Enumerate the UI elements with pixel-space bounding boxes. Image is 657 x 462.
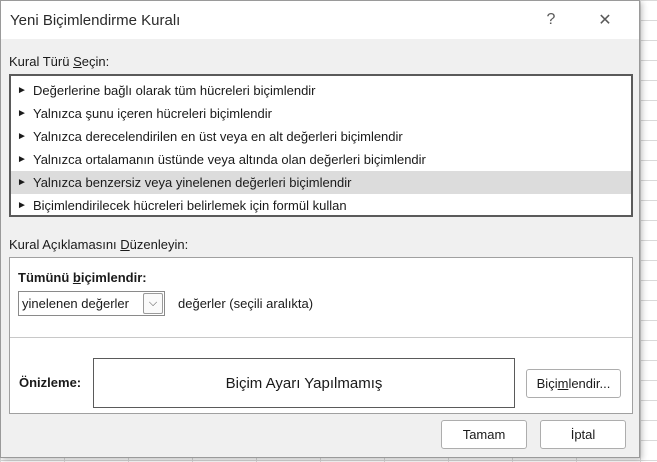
rule-type-item[interactable]: ► Değerlerine bağlı olarak tüm hücreleri …: [11, 79, 631, 102]
preview-label: Önizleme:: [19, 375, 82, 390]
rule-type-item-label: Değerlerine bağlı olarak tüm hücreleri b…: [33, 83, 316, 98]
select-value: yinelenen değerler: [22, 296, 129, 311]
dialog-title: Yeni Biçimlendirme Kuralı: [10, 11, 181, 29]
title-bar: Yeni Biçimlendirme Kuralı ? ✕: [1, 1, 639, 39]
preview-box: Biçim Ayarı Yapılmamış: [93, 358, 515, 408]
close-icon: ✕: [598, 12, 612, 29]
close-button[interactable]: ✕: [583, 1, 627, 39]
duplicate-unique-select[interactable]: yinelenen değerler ⌵: [18, 291, 165, 316]
format-all-label: Tümünü biçimlendir:: [18, 270, 147, 285]
cancel-button[interactable]: İptal: [540, 420, 626, 449]
arrow-right-icon: ►: [17, 85, 27, 96]
arrow-right-icon: ►: [17, 131, 27, 142]
select-suffix-text: değerler (seçili aralıkta): [178, 296, 314, 311]
rule-type-item[interactable]: ► Yalnızca derecelendirilen en üst veya e…: [11, 125, 631, 148]
rule-description-panel: Tümünü biçimlendir: yinelenen değerler ⌵…: [9, 257, 633, 414]
rule-type-item[interactable]: ► Biçimlendirilecek hücreleri belirlemek …: [11, 194, 631, 217]
preview-text: Biçim Ayarı Yapılmamış: [225, 374, 383, 392]
rule-type-list[interactable]: ► Değerlerine bağlı olarak tüm hücreleri …: [9, 74, 633, 217]
ok-button[interactable]: Tamam: [441, 420, 527, 449]
rule-type-item-label: Yalnızca şunu içeren hücreleri biçimlend…: [33, 106, 272, 121]
new-formatting-rule-dialog: Yeni Biçimlendirme Kuralı ? ✕ Kural Türü…: [0, 0, 640, 458]
arrow-right-icon: ►: [17, 108, 27, 119]
rule-type-item[interactable]: ► Yalnızca ortalamanın üstünde veya altın…: [11, 148, 631, 171]
rule-description-editor: Tümünü biçimlendir: yinelenen değerler ⌵…: [10, 258, 632, 338]
rule-type-item-label: Yalnızca derecelendirilen en üst veya en…: [33, 129, 403, 144]
rule-type-label: Kural Türü Seçin:: [9, 54, 110, 69]
help-button[interactable]: ?: [529, 1, 573, 39]
arrow-right-icon: ►: [17, 154, 27, 165]
chevron-down-icon[interactable]: ⌵: [143, 293, 163, 314]
arrow-right-icon: ►: [17, 177, 27, 188]
rule-description-label: Kural Açıklamasını Düzenleyin:: [9, 237, 189, 252]
rule-type-item[interactable]: ► Yalnızca şunu içeren hücreleri biçimlen…: [11, 102, 631, 125]
rule-type-item-label: Biçimlendirilecek hücreleri belirlemek i…: [33, 198, 347, 213]
format-button[interactable]: Biçi m lendir...: [526, 369, 621, 398]
rule-type-item-label: Yalnızca benzersiz veya yinelenen değerl…: [33, 175, 352, 190]
arrow-right-icon: ►: [17, 200, 27, 211]
rule-type-item[interactable]: ► Yalnızca benzersiz veya yinelenen değer…: [11, 171, 631, 194]
rule-type-item-label: Yalnızca ortalamanın üstünde veya altınd…: [33, 152, 426, 167]
